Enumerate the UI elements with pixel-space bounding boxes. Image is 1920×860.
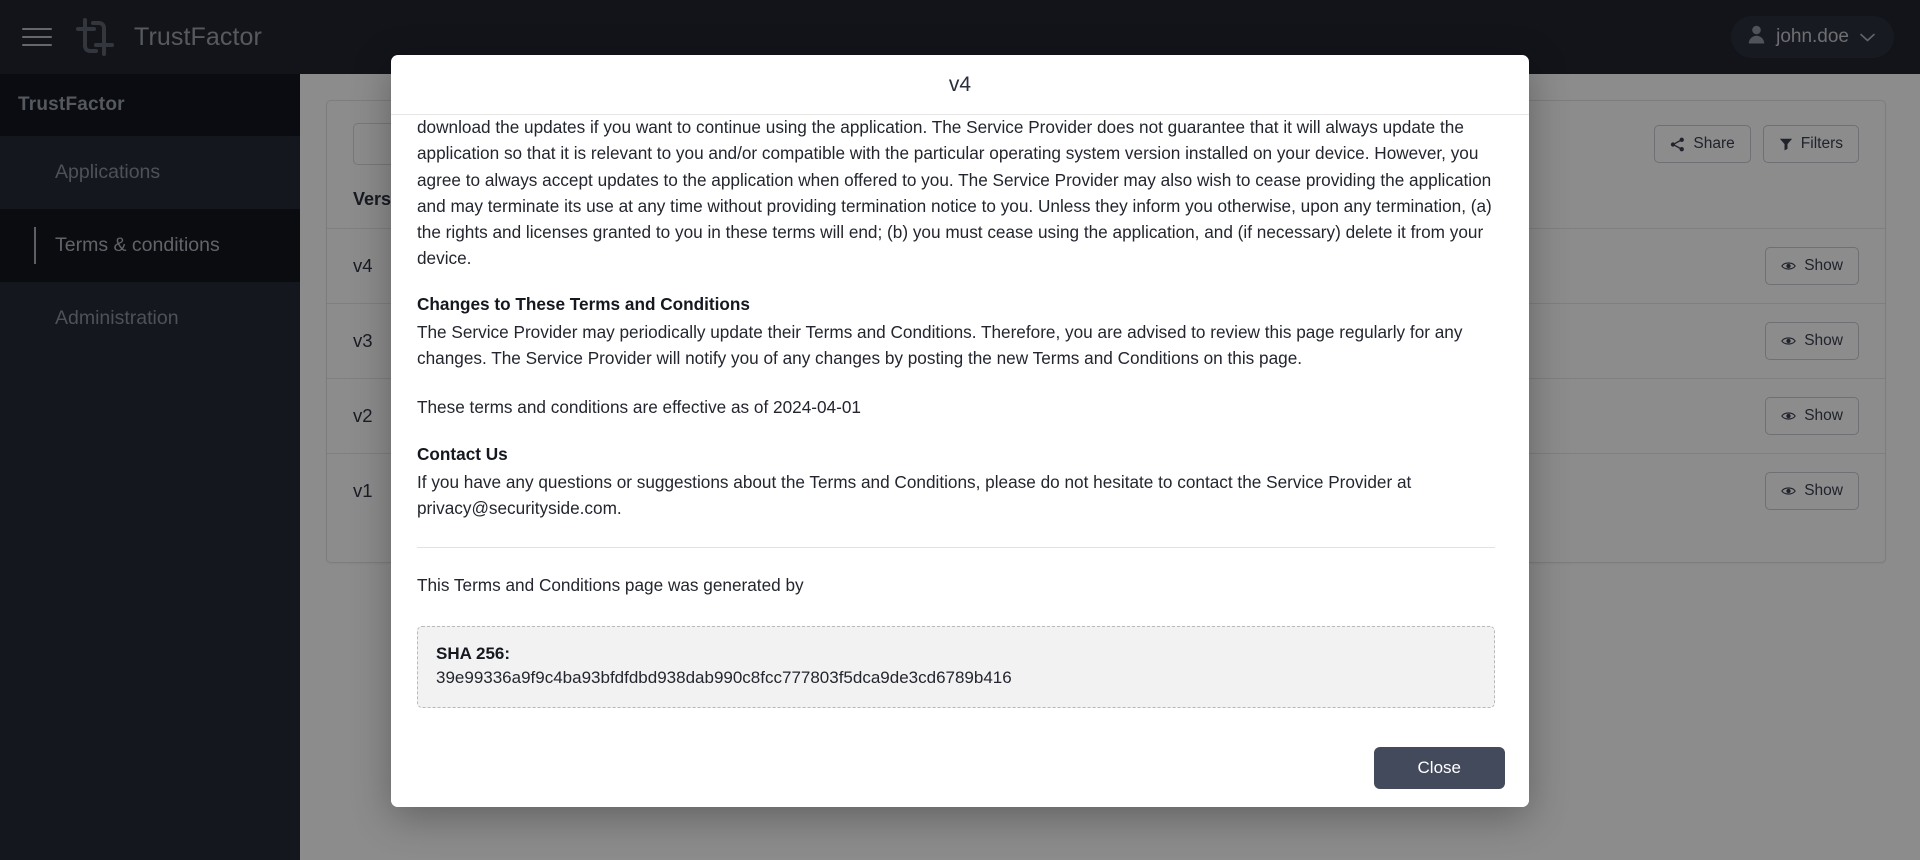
heading-contact-us: Contact Us [417,443,508,464]
terms-paragraph-changes: The Service Provider may periodically up… [417,322,1463,369]
modal-body-scroll[interactable]: The Service Provider may wish to update … [391,115,1529,732]
effective-date: These terms and conditions are effective… [417,397,861,418]
sha256-box: SHA 256: 39e99336a9f9c4ba93bfdfdbd938dab… [417,625,1495,708]
generated-by-line: This Terms and Conditions page was gener… [417,574,804,595]
heading-changes: Changes to These Terms and Conditions [417,294,750,315]
terms-paragraph-contact: If you have any questions or suggestions… [417,471,1412,518]
terms-paragraph-update: The Service Provider may wish to update … [417,117,1492,268]
close-button[interactable]: Close [1373,747,1505,789]
sha256-label: SHA 256: [436,643,511,663]
terms-version-modal: v4 The Service Provider may wish to upda… [391,55,1529,807]
divider [417,546,1495,548]
terms-document: The Service Provider may wish to update … [417,115,1495,708]
sha256-value: 39e99336a9f9c4ba93bfdfdbd938dab990c8fcc7… [436,667,1012,687]
modal-title: v4 [391,55,1529,115]
modal-overlay[interactable]: v4 The Service Provider may wish to upda… [0,0,1920,860]
modal-footer: Close [391,732,1529,807]
